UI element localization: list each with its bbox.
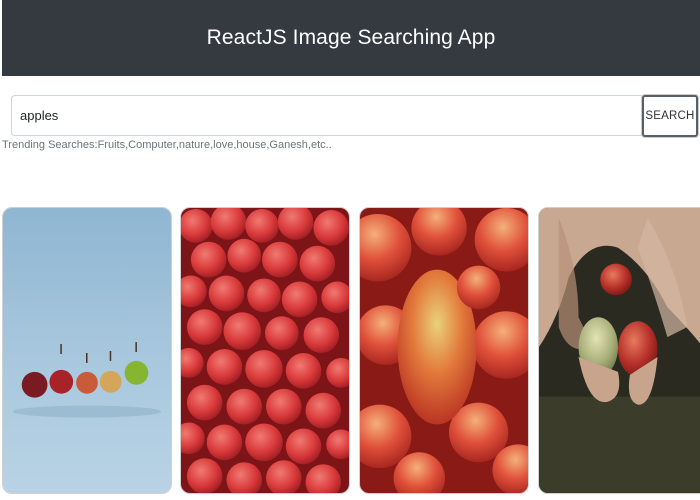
- trending-searches: Trending Searches:Fruits,Computer,nature…: [2, 139, 332, 151]
- image-card[interactable]: [180, 207, 350, 494]
- image-results-grid: [2, 207, 700, 494]
- app-header: ReactJS Image Searching App: [2, 0, 700, 76]
- image-card[interactable]: [2, 207, 172, 494]
- app-title: ReactJS Image Searching App: [206, 26, 496, 49]
- pile-of-red-apples-photo: [181, 208, 349, 493]
- apples-in-a-row-photo: [3, 208, 171, 493]
- image-card[interactable]: [359, 207, 529, 494]
- search-input[interactable]: [11, 95, 642, 136]
- search-bar: SEARCH: [11, 95, 698, 137]
- search-button[interactable]: SEARCH: [642, 95, 698, 137]
- image-card[interactable]: [538, 207, 700, 494]
- apples-closeup-photo: [360, 208, 528, 493]
- hands-holding-apples-photo: [539, 208, 700, 493]
